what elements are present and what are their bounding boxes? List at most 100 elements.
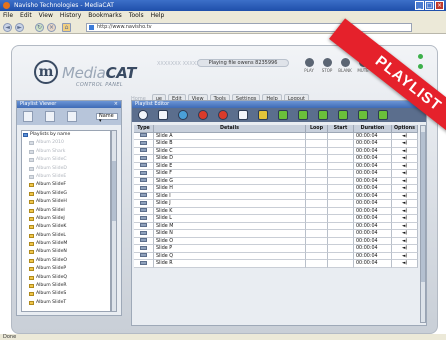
menu-item-file[interactable]: File xyxy=(3,11,13,20)
speaker-icon[interactable]: ◄) xyxy=(402,194,408,199)
loop-cell[interactable] xyxy=(306,140,328,148)
stop-icon[interactable]: × xyxy=(47,23,56,32)
properties-icon[interactable] xyxy=(138,110,148,120)
start-cell[interactable] xyxy=(328,215,354,223)
start-cell[interactable] xyxy=(328,260,354,268)
blank-button[interactable]: BLANK xyxy=(338,58,352,73)
speaker-icon[interactable]: ◄) xyxy=(402,156,408,161)
menu-item-tools[interactable]: Tools xyxy=(129,11,144,20)
loop-cell[interactable] xyxy=(306,237,328,245)
reload-icon[interactable]: ↻ xyxy=(35,23,44,32)
table-row[interactable]: Slide G 00:00:04 ◄) xyxy=(134,177,418,185)
playlist-tree-item[interactable]: Album SlideD xyxy=(22,165,110,173)
playlist-tree-item[interactable]: Album SlideJ xyxy=(22,215,110,223)
playlist-tree-item[interactable]: Album SlideC xyxy=(22,156,110,164)
playlist-tree-item[interactable]: Album SlideS xyxy=(22,290,110,298)
table-row[interactable]: Slide I 00:00:04 ◄) xyxy=(134,192,418,200)
speaker-icon[interactable]: ◄) xyxy=(402,209,408,214)
loop-cell[interactable] xyxy=(306,200,328,208)
loop-cell[interactable] xyxy=(306,215,328,223)
playlist-tree-item[interactable]: Album SlideT xyxy=(22,299,110,307)
move-bottom-icon[interactable] xyxy=(338,110,348,120)
playlist-tree-item[interactable]: Album Shark xyxy=(22,148,110,156)
playlist-tree-item[interactable]: Album 2010 xyxy=(22,139,110,147)
move-top-icon[interactable] xyxy=(278,110,288,120)
table-row[interactable]: Slide N 00:00:04 ◄) xyxy=(134,230,418,238)
new-playlist-icon[interactable] xyxy=(23,111,33,122)
delete-playlist-icon[interactable] xyxy=(67,111,77,122)
playlist-tree-item[interactable]: Album SlideO xyxy=(22,257,110,265)
stop-button[interactable]: STOP xyxy=(320,58,334,73)
duration-cell[interactable]: 00:00:04 xyxy=(354,155,392,163)
table-row[interactable]: Slide Q 00:00:04 ◄) xyxy=(134,252,418,260)
speaker-icon[interactable]: ◄) xyxy=(402,261,408,266)
duration-cell[interactable]: 00:00:04 xyxy=(354,147,392,155)
table-row[interactable]: Slide H 00:00:04 ◄) xyxy=(134,185,418,193)
maximize-button[interactable]: □ xyxy=(425,1,434,10)
playlist-tree-item[interactable]: Album SlideI xyxy=(22,207,110,215)
playlist-tree-item[interactable]: Album SlideF xyxy=(22,181,110,189)
loop-cell[interactable] xyxy=(306,230,328,238)
column-header-details[interactable]: Details xyxy=(154,125,306,133)
loop-cell[interactable] xyxy=(306,222,328,230)
playlist-tree-item[interactable]: Album SlideG xyxy=(22,190,110,198)
duration-cell[interactable]: 00:00:04 xyxy=(354,207,392,215)
table-row[interactable]: Slide K 00:00:04 ◄) xyxy=(134,207,418,215)
duration-cell[interactable]: 00:00:04 xyxy=(354,200,392,208)
forward-arrow-icon[interactable]: ► xyxy=(15,23,24,32)
start-cell[interactable] xyxy=(328,245,354,253)
table-row[interactable]: Slide O 00:00:04 ◄) xyxy=(134,237,418,245)
playlist-tree-item[interactable]: Album SlideH xyxy=(22,198,110,206)
playlist-tree-item[interactable]: Album SlideE xyxy=(22,173,110,181)
play-button[interactable]: PLAY xyxy=(302,58,316,73)
playlist-viewer-scrollbar[interactable] xyxy=(111,130,117,312)
table-row[interactable]: Slide C 00:00:04 ◄) xyxy=(134,147,418,155)
start-cell[interactable] xyxy=(328,147,354,155)
start-cell[interactable] xyxy=(328,230,354,238)
loop-cell[interactable] xyxy=(306,185,328,193)
duration-cell[interactable]: 00:00:04 xyxy=(354,177,392,185)
start-cell[interactable] xyxy=(328,192,354,200)
loop-cell[interactable] xyxy=(306,147,328,155)
speaker-icon[interactable]: ◄) xyxy=(402,164,408,169)
preview-icon[interactable] xyxy=(258,110,268,120)
add-video-icon[interactable] xyxy=(378,110,388,120)
start-cell[interactable] xyxy=(328,162,354,170)
playlist-tree-item[interactable]: Album SlideL xyxy=(22,232,110,240)
table-row[interactable]: Slide J 00:00:04 ◄) xyxy=(134,200,418,208)
home-icon[interactable]: ⌂ xyxy=(62,23,71,32)
playlist-tree-item[interactable]: Album SlideM xyxy=(22,240,110,248)
loop-cell[interactable] xyxy=(306,162,328,170)
speaker-icon[interactable]: ◄) xyxy=(402,141,408,146)
address-bar[interactable]: http://www.navisho.tv xyxy=(86,23,412,32)
move-down-icon[interactable] xyxy=(318,110,328,120)
duration-cell[interactable]: 00:00:04 xyxy=(354,252,392,260)
duration-cell[interactable]: 00:00:04 xyxy=(354,245,392,253)
speaker-icon[interactable]: ◄) xyxy=(402,239,408,244)
column-header-options[interactable]: Options xyxy=(392,125,418,133)
loop-cell[interactable] xyxy=(306,132,328,140)
speaker-icon[interactable]: ◄) xyxy=(402,201,408,206)
column-header-duration[interactable]: Duration xyxy=(354,125,392,133)
duration-cell[interactable]: 00:00:04 xyxy=(354,162,392,170)
close-button[interactable]: × xyxy=(435,1,444,10)
playlist-tree-item[interactable]: Album SlideN xyxy=(22,248,110,256)
loop-cell[interactable] xyxy=(306,245,328,253)
playlist-editor-scrollbar[interactable] xyxy=(420,125,426,323)
table-row[interactable]: Slide R 00:00:04 ◄) xyxy=(134,260,418,268)
panel-close-icon[interactable]: × xyxy=(114,101,118,108)
stop-icon[interactable] xyxy=(198,110,208,120)
start-cell[interactable] xyxy=(328,140,354,148)
duration-cell[interactable]: 00:00:04 xyxy=(354,192,392,200)
duration-cell[interactable]: 00:00:04 xyxy=(354,237,392,245)
duration-cell[interactable]: 00:00:04 xyxy=(354,170,392,178)
start-cell[interactable] xyxy=(328,177,354,185)
table-row[interactable]: Slide P 00:00:04 ◄) xyxy=(134,245,418,253)
duration-cell[interactable]: 00:00:04 xyxy=(354,260,392,268)
refresh-icon[interactable] xyxy=(178,110,188,120)
table-row[interactable]: Slide B 00:00:04 ◄) xyxy=(134,140,418,148)
playlist-tree-item[interactable]: Album SlideQ xyxy=(22,274,110,282)
start-cell[interactable] xyxy=(328,207,354,215)
loop-cell[interactable] xyxy=(306,207,328,215)
add-slide-icon[interactable] xyxy=(358,110,368,120)
